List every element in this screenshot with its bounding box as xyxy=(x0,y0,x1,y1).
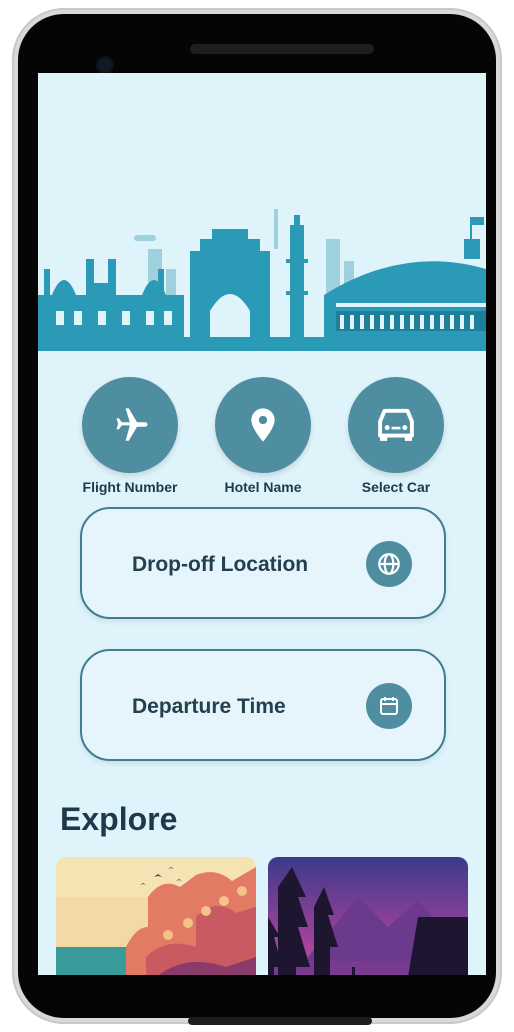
flight-number-button[interactable]: Flight Number xyxy=(80,377,180,495)
city-skyline-illustration xyxy=(38,209,486,351)
globe-icon xyxy=(366,541,412,587)
dropoff-location-label: Drop-off Location xyxy=(132,553,309,576)
earpiece-speaker xyxy=(190,44,374,54)
palace-illustration xyxy=(56,857,256,975)
calendar-icon xyxy=(366,683,412,729)
hotel-name-label: Hotel Name xyxy=(224,479,302,495)
front-camera xyxy=(98,58,112,72)
location-pin-icon xyxy=(215,377,311,473)
flight-number-label: Flight Number xyxy=(82,479,178,495)
airplane-icon xyxy=(82,377,178,473)
dropoff-location-field[interactable]: Drop-off Location xyxy=(80,507,446,619)
select-car-label: Select Car xyxy=(361,479,431,495)
car-icon xyxy=(348,377,444,473)
hotel-name-button[interactable]: Hotel Name xyxy=(213,377,313,495)
select-car-button[interactable]: Select Car xyxy=(346,377,446,495)
app-screen: Flight Number Hotel Name Select Car Drop… xyxy=(38,73,486,975)
departure-time-field[interactable]: Departure Time xyxy=(80,649,446,761)
explore-heading: Explore xyxy=(60,801,178,837)
bottom-bezel-bar xyxy=(188,1017,372,1025)
lake-forest-illustration xyxy=(268,857,468,975)
explore-card-palace[interactable] xyxy=(56,857,256,975)
departure-time-label: Departure Time xyxy=(132,695,286,718)
explore-card-lake[interactable] xyxy=(268,857,468,975)
